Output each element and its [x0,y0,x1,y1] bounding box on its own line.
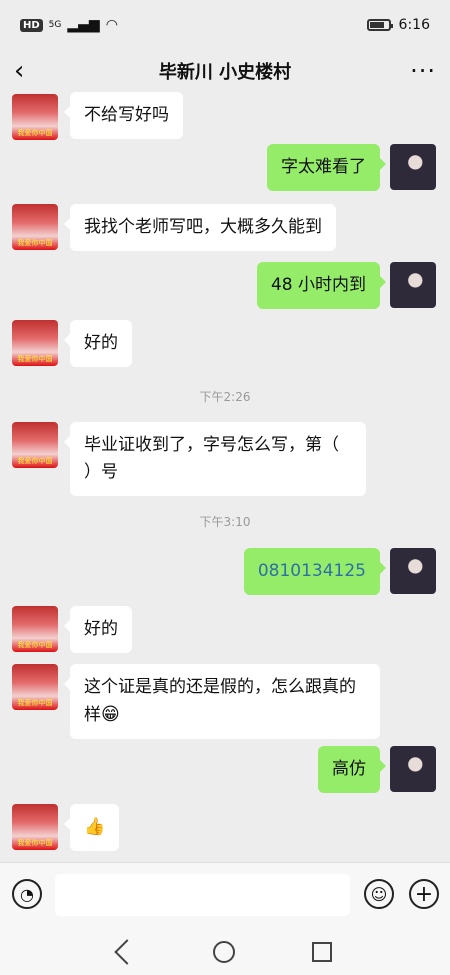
emoji-icon[interactable]: ☺ [364,879,394,909]
input-bar: ◔ ☺ + [0,862,450,928]
message-bubble[interactable]: 毕业证收到了，字号怎么写，第（ ）号 [64,422,366,496]
self-avatar[interactable] [390,262,436,308]
message-bubble[interactable]: 0810134125 [243,548,387,595]
back-button[interactable]: ‹ [14,56,46,86]
system-navigation-bar [0,928,450,975]
chat-title: 毕新川 小史楼村 [158,62,292,83]
nav-back-icon[interactable] [114,938,141,965]
message-bubble[interactable]: 这个证是真的还是假的，怎么跟真的样😁 [64,664,380,739]
nav-home-icon[interactable] [212,940,235,963]
signal-icon: ▂▄▆ [67,17,100,33]
message-bubble[interactable]: 高仿 [318,746,386,793]
more-options-button[interactable]: ··· [404,57,436,85]
contact-avatar[interactable] [12,94,58,140]
battery-icon [366,19,393,31]
message-bubble[interactable]: 我找个老师写吧，大概多久能到 [64,204,336,251]
status-left: HD 5G ▂▄▆ ◠ [20,17,118,33]
message-bubble[interactable]: 好的 [64,320,132,367]
message-bubble[interactable]: 字太难看了 [267,144,386,191]
thumbs-up-icon[interactable]: 👍 [63,804,120,851]
message-text: 这个证是真的还是假的，怎么跟真的样 [84,677,356,725]
self-avatar[interactable] [390,746,436,792]
grinning-emoji-icon: 😁 [101,704,120,725]
plus-icon[interactable]: + [409,879,439,909]
self-avatar[interactable] [390,548,436,594]
network-label: 5G [48,20,62,30]
message-input[interactable] [55,874,350,916]
contact-avatar[interactable] [12,422,58,468]
timestamp: 下午2:26 [199,390,251,404]
contact-avatar[interactable] [12,320,58,366]
message-list[interactable]: 不给写好吗 字太难看了 我找个老师写吧，大概多久能到 48 小时内到 好的 下午… [0,92,450,862]
contact-avatar[interactable] [12,606,58,652]
clock: 6:16 [398,17,430,33]
contact-avatar[interactable] [12,804,58,850]
timestamp: 下午3:10 [199,515,251,529]
message-bubble[interactable]: 48 小时内到 [256,262,387,309]
contact-avatar[interactable] [12,204,58,250]
status-right: 6:16 [366,17,430,33]
self-avatar[interactable] [390,144,436,190]
wifi-icon: ◠ [105,17,118,33]
contact-avatar[interactable] [12,664,58,710]
chat-header: ‹ 毕新川 小史楼村 ··· [0,50,450,92]
nav-recent-apps-icon[interactable] [311,941,332,962]
message-bubble[interactable]: 好的 [64,606,132,653]
chat-screen: HD 5G ▂▄▆ ◠ 6:16 ‹ 毕新川 小史楼村 ··· 不给写好吗 字太… [0,0,450,975]
voice-input-icon[interactable]: ◔ [12,879,42,909]
hd-badge: HD [20,18,43,32]
status-bar: HD 5G ▂▄▆ ◠ 6:16 [0,0,450,50]
message-bubble[interactable]: 不给写好吗 [64,92,183,139]
